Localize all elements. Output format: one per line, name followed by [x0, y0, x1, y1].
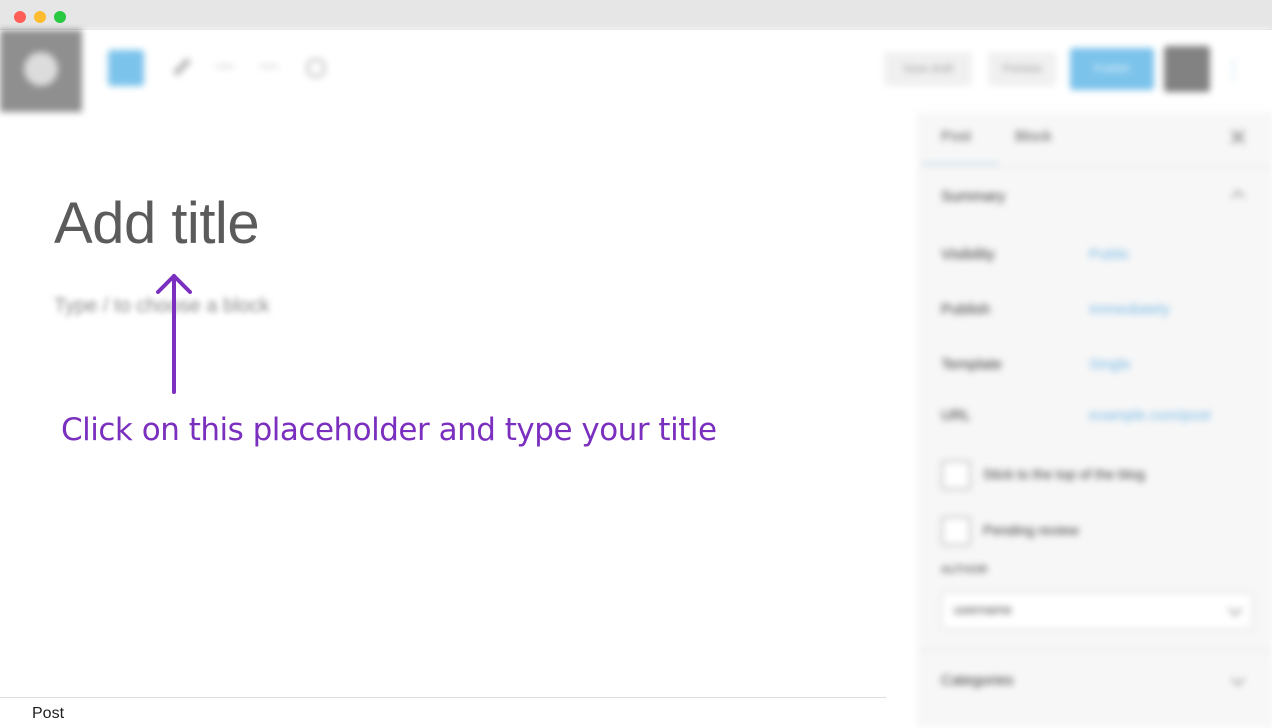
breadcrumb[interactable]: Post	[32, 705, 64, 723]
author-label: AUTHOR	[941, 564, 988, 576]
pen-icon[interactable]	[166, 52, 196, 82]
settings-sidebar: Post Block Summary Visibility Public Pub…	[918, 112, 1272, 728]
sticky-label: Stick to the top of the blog	[983, 466, 1145, 482]
divider	[919, 650, 1272, 651]
wordpress-logo-icon[interactable]	[0, 30, 82, 112]
visibility-value[interactable]: Public	[1089, 246, 1130, 263]
tab-block[interactable]: Block	[1015, 128, 1052, 145]
chevron-down-icon[interactable]	[1230, 671, 1246, 687]
chevron-up-icon[interactable]	[1230, 189, 1246, 205]
zoom-window-button[interactable]	[54, 11, 66, 23]
close-window-button[interactable]	[14, 11, 26, 23]
chevron-down-icon	[1227, 601, 1243, 617]
editor-toolbar: Save draft Preview Publish	[0, 30, 1272, 112]
instruction-annotation: Click on this placeholder and type your …	[61, 412, 717, 448]
divider	[919, 166, 1272, 167]
tools-icon[interactable]	[300, 52, 330, 82]
minimize-window-button[interactable]	[34, 11, 46, 23]
pending-review-label: Pending review	[983, 522, 1079, 538]
undo-icon[interactable]	[210, 52, 240, 82]
summary-heading[interactable]: Summary	[941, 188, 1005, 205]
template-label: Template	[941, 356, 1002, 373]
template-value[interactable]: Single	[1089, 356, 1131, 373]
close-icon[interactable]	[1229, 128, 1247, 146]
sticky-checkbox[interactable]	[941, 460, 971, 490]
active-tab-indicator	[923, 162, 999, 165]
preview-button[interactable]: Preview	[988, 52, 1056, 86]
url-value[interactable]: example.com/post	[1089, 407, 1211, 424]
add-block-icon[interactable]	[108, 50, 144, 86]
post-title-placeholder[interactable]: Add title	[54, 190, 260, 257]
window-titlebar	[0, 0, 1272, 30]
tab-post[interactable]: Post	[941, 128, 971, 145]
publish-button[interactable]: Publish	[1070, 48, 1154, 90]
url-label: URL	[941, 407, 972, 424]
arrow-up-icon	[156, 274, 192, 394]
author-value: username	[954, 602, 1012, 617]
redo-icon[interactable]	[254, 52, 284, 82]
publish-value[interactable]: Immediately	[1089, 301, 1170, 318]
visibility-label: Visibility	[941, 246, 995, 263]
pending-review-checkbox[interactable]	[941, 516, 971, 546]
editor-footer: Post	[0, 697, 886, 728]
publish-label: Publish	[941, 301, 991, 318]
author-select[interactable]: username	[941, 592, 1253, 630]
gear-icon[interactable]	[1164, 46, 1210, 92]
more-vertical-icon[interactable]	[1232, 60, 1243, 80]
save-draft-button[interactable]: Save draft	[884, 52, 972, 86]
categories-heading[interactable]: Categories	[941, 672, 1014, 689]
